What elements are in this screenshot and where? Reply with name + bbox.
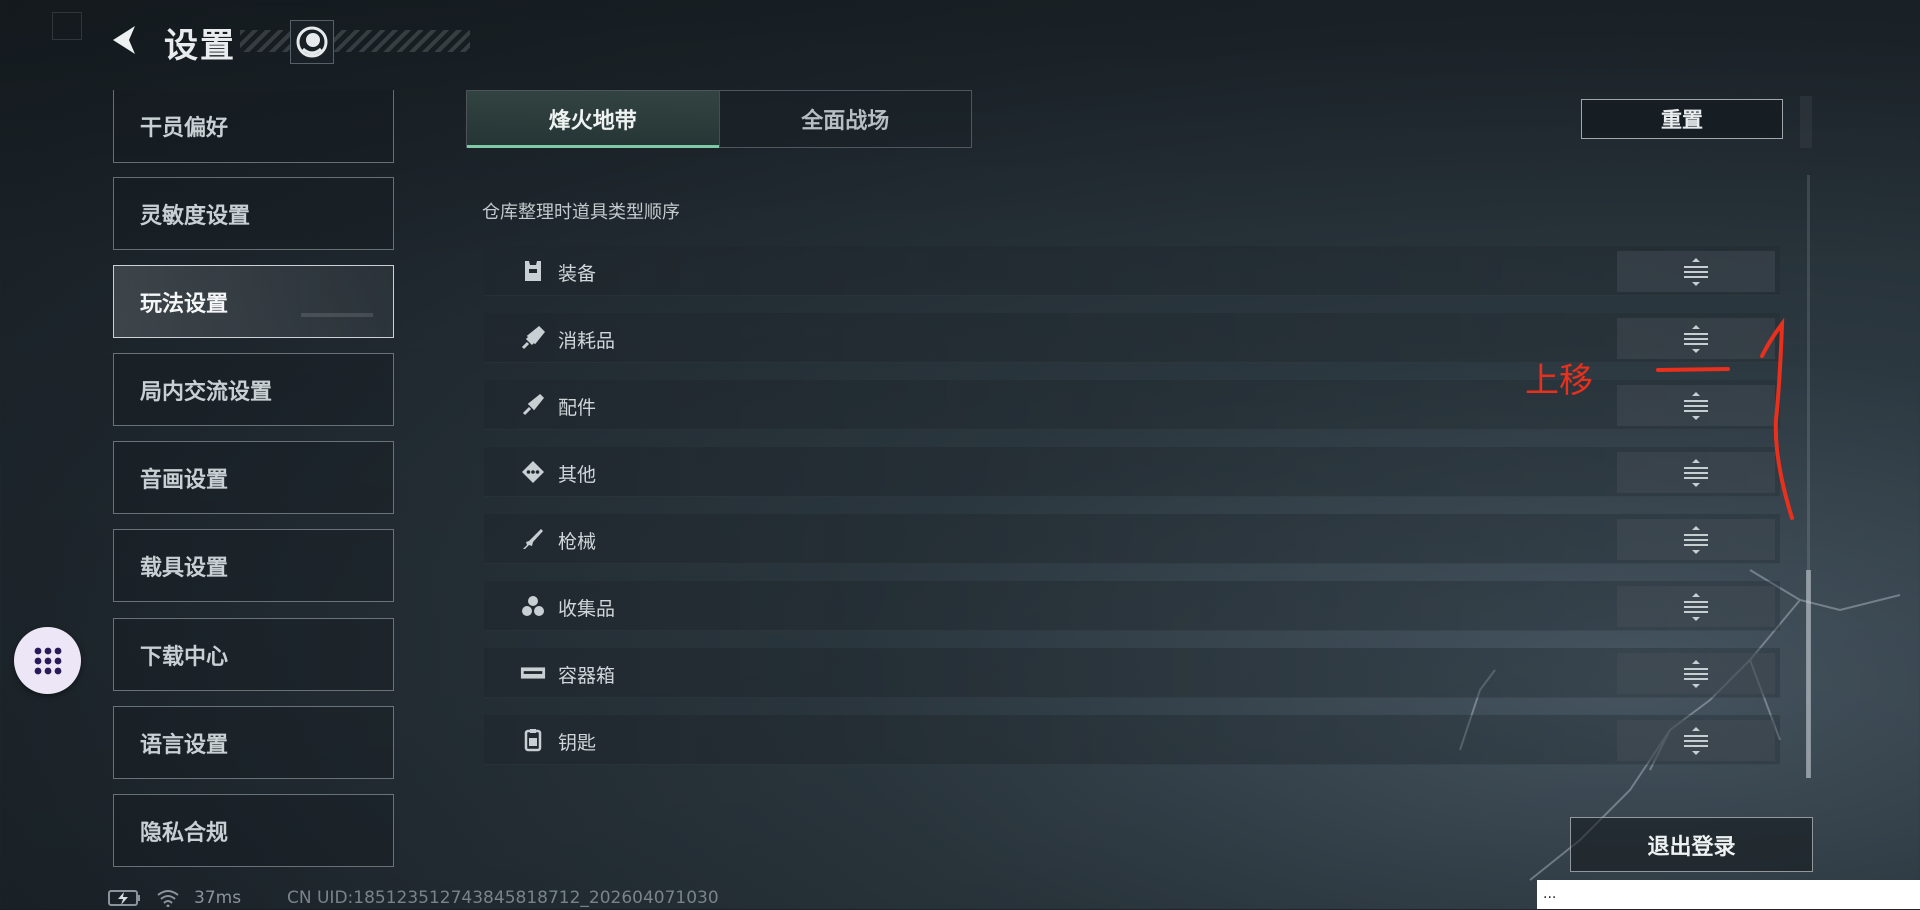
sidebar-item-privacy[interactable]: 隐私合规: [113, 794, 394, 867]
reset-button[interactable]: 重置: [1581, 99, 1783, 139]
list-item: 容器箱: [484, 648, 1780, 698]
armor-vest-icon: [520, 258, 546, 284]
page-title: 设置: [164, 26, 236, 66]
logout-button[interactable]: 退出登录: [1570, 817, 1813, 872]
keycard-icon: [520, 727, 546, 753]
list-item-label: 容器箱: [558, 665, 616, 687]
sidebar-item-label: 载具设置: [140, 555, 229, 581]
list-item-label: 其他: [558, 464, 597, 486]
active-item-decoration: [301, 313, 373, 317]
diamond-dots-icon: [520, 459, 546, 485]
sidebar-item-label: 灵敏度设置: [140, 203, 251, 229]
sidebar-item-download-center[interactable]: 下载中心: [113, 618, 394, 691]
list-item: 钥匙: [484, 715, 1780, 765]
ping-value: 37ms: [194, 888, 242, 908]
sidebar-item-label: 玩法设置: [140, 291, 229, 317]
syringe-icon: [520, 325, 546, 351]
list-item: 枪械: [484, 514, 1780, 564]
drag-handle[interactable]: [1617, 653, 1775, 694]
user-uid: CN UID:18512351274384581871​2_2026040710…: [287, 888, 719, 908]
list-item-label: 枪械: [558, 531, 597, 553]
wifi-icon: [157, 890, 179, 907]
sidebar-item-label: 局内交流设置: [140, 379, 273, 405]
sidebar-item-label: 下载中心: [140, 644, 229, 670]
container-box-icon: [520, 660, 546, 686]
floating-menu-button[interactable]: [14, 627, 81, 694]
list-item-label: 消耗品: [558, 330, 616, 352]
drag-handle[interactable]: [1617, 720, 1775, 761]
list-item-label: 收集品: [558, 598, 616, 620]
sidebar-item-gameplay[interactable]: 玩法设置: [113, 265, 394, 338]
sidebar-item-vehicle[interactable]: 载具设置: [113, 529, 394, 602]
profile-button[interactable]: [290, 20, 334, 64]
drag-reorder-icon: [1684, 257, 1708, 286]
annotation-text: 上移: [1525, 361, 1593, 401]
battery-charging-icon: [108, 890, 140, 906]
section-label: 仓库整理时道具类型顺序: [482, 202, 680, 223]
bottom-overlay-panel: ...: [1537, 880, 1920, 909]
sidebar-item-audio-video[interactable]: 音画设置: [113, 441, 394, 514]
attachment-icon: [520, 392, 546, 418]
title-stripe-decoration: [240, 30, 470, 52]
sidebar-item-label: 语言设置: [140, 732, 229, 758]
sidebar-item-language[interactable]: 语言设置: [113, 706, 394, 779]
list-item-label: 装备: [558, 263, 597, 285]
rifle-icon: [520, 526, 546, 552]
annotation-arrow-drawing: [1656, 317, 1794, 520]
panel-edge-decoration: [1800, 96, 1812, 148]
headset-profile-icon: [296, 26, 328, 58]
list-item: 装备: [484, 246, 1780, 296]
tab-full-battlefield[interactable]: 全面战场: [718, 91, 972, 147]
sidebar-item-label: 干员偏好: [140, 116, 229, 141]
back-arrow-icon: [113, 26, 135, 54]
tab-warzone[interactable]: 烽火地带: [467, 91, 719, 148]
mode-tabs: 烽火地带 全面战场: [466, 90, 972, 148]
status-bar: 37ms: [108, 888, 241, 908]
drag-reorder-icon: [1684, 659, 1708, 688]
list-item: 收集品: [484, 581, 1780, 631]
corner-frame: [52, 12, 82, 40]
collectibles-icon: [520, 593, 546, 619]
sidebar-item-label: 音画设置: [140, 467, 229, 493]
list-item: 其他: [484, 447, 1780, 497]
drag-handle[interactable]: [1617, 251, 1775, 292]
list-item-label: 钥匙: [558, 732, 597, 754]
grid-dots-icon: [34, 647, 61, 674]
sidebar-item-operator-preference[interactable]: 干员偏好: [113, 90, 394, 163]
sidebar-item-label: 隐私合规: [140, 820, 229, 846]
drag-handle[interactable]: [1617, 586, 1775, 627]
list-item-label: 配件: [558, 397, 597, 419]
sidebar-item-communication[interactable]: 局内交流设置: [113, 353, 394, 426]
bottom-overlay-ellipsis: ...: [1543, 886, 1557, 902]
back-button[interactable]: [104, 18, 146, 62]
sidebar-item-sensitivity[interactable]: 灵敏度设置: [113, 177, 394, 250]
drag-reorder-icon: [1684, 726, 1708, 755]
scrollbar-thumb[interactable]: [1806, 570, 1811, 778]
drag-reorder-icon: [1684, 592, 1708, 621]
